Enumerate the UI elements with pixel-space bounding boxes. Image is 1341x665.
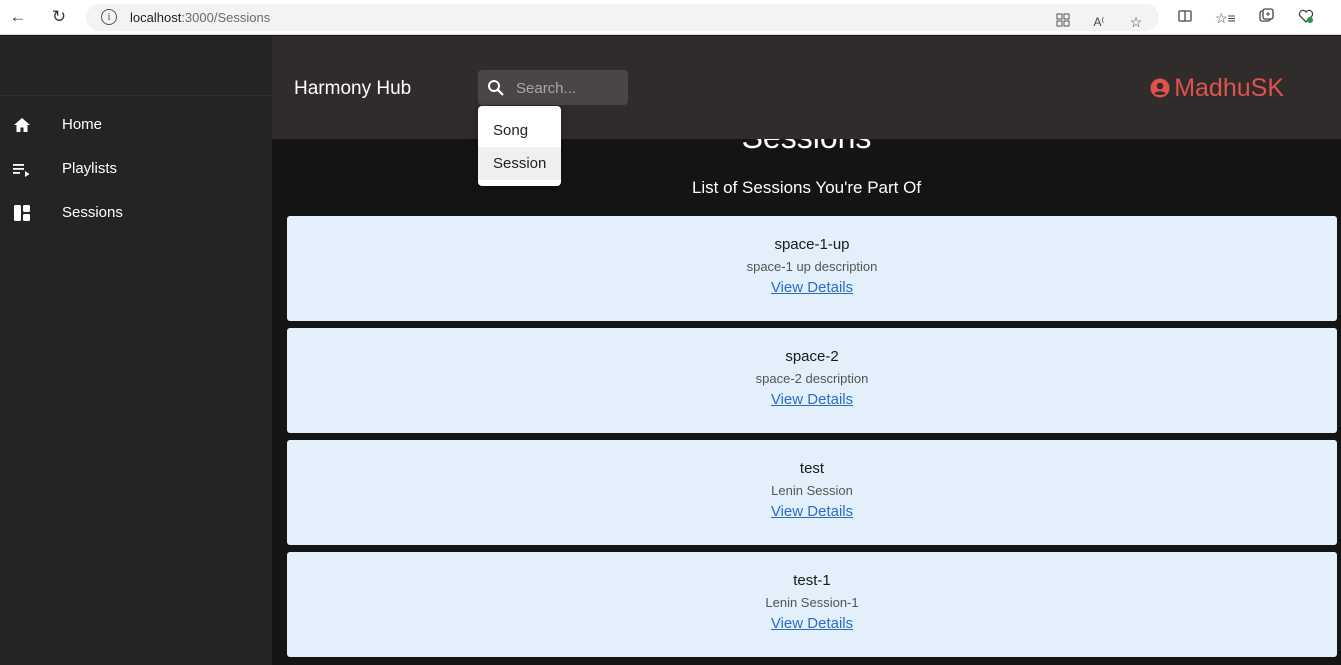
sidebar-item-playlists[interactable]: Playlists bbox=[0, 149, 272, 189]
session-card: test-1 Lenin Session-1 View Details bbox=[287, 552, 1337, 657]
view-details-link[interactable]: View Details bbox=[287, 391, 1337, 408]
sidebar: Home Playlists Sessions bbox=[0, 36, 272, 665]
session-card: test Lenin Session View Details bbox=[287, 440, 1337, 545]
split-screen-icon[interactable] bbox=[1175, 8, 1195, 28]
session-description: space-2 description bbox=[755, 371, 869, 386]
site-info-icon[interactable]: i bbox=[101, 9, 117, 25]
back-arrow-icon[interactable]: ← bbox=[6, 6, 30, 28]
dropdown-option-song[interactable]: Song bbox=[478, 114, 561, 147]
search-box[interactable] bbox=[478, 70, 628, 105]
collections-icon[interactable] bbox=[1256, 8, 1276, 28]
session-name: test-1 bbox=[793, 572, 831, 589]
sidebar-top bbox=[0, 36, 272, 96]
app-available-icon[interactable] bbox=[1053, 12, 1073, 32]
browser-toolbar: ← ↻ i localhost:3000/Sessions A⁽ ☆ ☆≡ bbox=[0, 0, 1341, 35]
view-details-link[interactable]: View Details bbox=[287, 615, 1337, 632]
search-type-dropdown: Song Session bbox=[478, 106, 561, 186]
playlist-icon bbox=[13, 164, 30, 177]
session-description: space-1 up description bbox=[746, 259, 878, 274]
address-bar[interactable]: i localhost:3000/Sessions A⁽ ☆ bbox=[86, 4, 1159, 31]
dashboard-icon bbox=[14, 205, 30, 221]
session-name: test bbox=[799, 460, 825, 477]
read-aloud-icon[interactable]: A⁽ bbox=[1089, 12, 1109, 32]
username: MadhuSK bbox=[1174, 74, 1284, 102]
session-card: space-1-up space-1 up description View D… bbox=[287, 216, 1337, 321]
view-details-link[interactable]: View Details bbox=[287, 503, 1337, 520]
sidebar-item-home[interactable]: Home bbox=[0, 105, 272, 145]
home-icon bbox=[14, 118, 30, 132]
app-header: Harmony Hub MadhuSK bbox=[272, 36, 1341, 139]
session-name: space-2 bbox=[785, 348, 839, 365]
session-card: space-2 space-2 description View Details bbox=[287, 328, 1337, 433]
page-subtitle: List of Sessions You're Part Of bbox=[691, 178, 922, 197]
sidebar-item-label: Home bbox=[62, 116, 103, 133]
session-description: Lenin Session bbox=[771, 483, 853, 498]
dropdown-option-session[interactable]: Session bbox=[478, 147, 561, 180]
browser-essentials-icon[interactable] bbox=[1296, 8, 1316, 28]
session-description: Lenin Session-1 bbox=[765, 595, 859, 610]
sidebar-item-sessions[interactable]: Sessions bbox=[0, 193, 272, 233]
session-name: space-1-up bbox=[774, 236, 850, 253]
search-input[interactable] bbox=[516, 77, 621, 99]
account-circle-icon bbox=[1150, 78, 1170, 98]
main-content: Sessions List of Sessions You're Part Of… bbox=[272, 139, 1341, 665]
favorite-star-icon[interactable]: ☆ bbox=[1126, 12, 1146, 32]
page-title: Sessions bbox=[272, 139, 1341, 156]
search-icon bbox=[488, 80, 504, 96]
user-profile[interactable]: MadhuSK bbox=[1150, 74, 1284, 103]
sidebar-item-label: Playlists bbox=[62, 160, 118, 177]
view-details-link[interactable]: View Details bbox=[287, 279, 1337, 296]
url-text: localhost:3000/Sessions bbox=[130, 10, 271, 25]
sidebar-item-label: Sessions bbox=[62, 204, 123, 221]
favorites-list-icon[interactable]: ☆≡ bbox=[1215, 8, 1236, 28]
brand-title[interactable]: Harmony Hub bbox=[294, 78, 411, 100]
reload-icon[interactable]: ↻ bbox=[47, 6, 71, 28]
